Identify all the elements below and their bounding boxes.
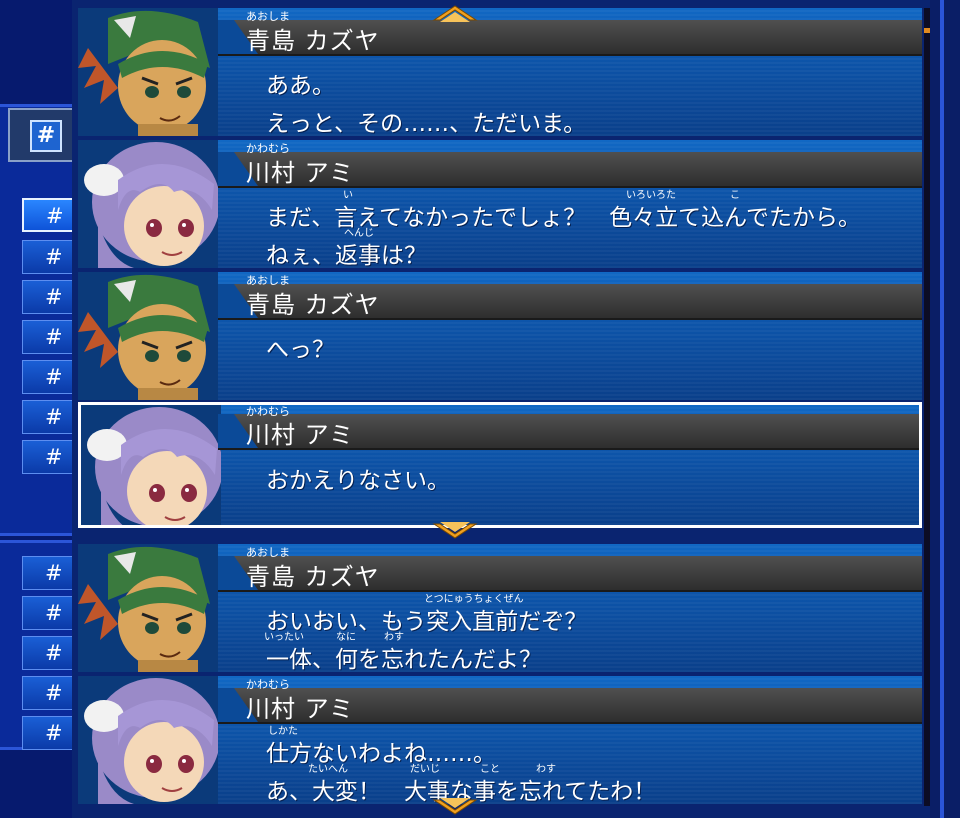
log-entry[interactable]: かわむら 川村 アミ しかた たいへん だいじ こと わす 仕方ないわよね……。… <box>78 676 922 804</box>
dialogue-line: おいおい、もう突入直前だぞ？ <box>266 609 588 635</box>
kazuya-portrait <box>78 8 218 136</box>
scroll-up-arrow-icon[interactable] <box>430 2 480 24</box>
kazuya-portrait <box>78 272 218 400</box>
ami-portrait <box>81 405 221 525</box>
ami-portrait <box>78 140 218 268</box>
dialogue-line: ああ。 <box>266 73 335 99</box>
hash-icon: # <box>30 120 62 152</box>
ami-portrait <box>78 676 218 804</box>
dialogue-line: ねぇ、返事は？ <box>266 243 427 268</box>
log-entry[interactable]: あおしま 青島 カズヤ ああ。 えっと、その……、ただいま。 <box>78 8 922 136</box>
log-entry-selected[interactable]: かわむら 川村 アミ おかえりなさい。 <box>78 402 922 528</box>
dialogue-line: へっ？ <box>266 337 335 363</box>
log-scrollbar[interactable] <box>924 8 930 806</box>
dialogue-line: おかえりなさい。 <box>266 468 450 494</box>
speaker-name: 川村 アミ <box>246 421 355 449</box>
scroll-down-arrow-icon[interactable] <box>430 796 480 818</box>
scroll-down-arrow-icon[interactable] <box>430 520 480 542</box>
dialogue-line: えっと、その……、ただいま。 <box>266 111 587 136</box>
dialogue-line: 一体、何を忘れたんだよ？ <box>266 647 542 672</box>
log-entry[interactable]: あおしま 青島 カズヤ へっ？ <box>78 272 922 400</box>
rail-divider <box>940 0 944 818</box>
speaker-name: 青島 カズヤ <box>246 27 380 55</box>
dialogue-line: まだ、言えてなかったでしょ？ 色々立て込んでたから。 <box>266 205 862 231</box>
kazuya-portrait <box>78 544 218 672</box>
log-entry[interactable]: あおしま 青島 カズヤ とつにゅうちょくぜん いったい なに わす おいおい、も… <box>78 544 922 672</box>
right-rail <box>930 0 960 818</box>
scroll-thumb[interactable] <box>924 28 930 33</box>
dialogue-line: 仕方ないわよね……。 <box>266 741 496 767</box>
speaker-name: 青島 カズヤ <box>246 563 380 591</box>
speaker-name: 川村 アミ <box>246 159 355 187</box>
log-entry[interactable]: かわむら 川村 アミ い いろいろた こ へんじ まだ、言えてなかったでしょ？ … <box>78 140 922 268</box>
speaker-name: 川村 アミ <box>246 695 355 723</box>
speaker-name: 青島 カズヤ <box>246 291 380 319</box>
